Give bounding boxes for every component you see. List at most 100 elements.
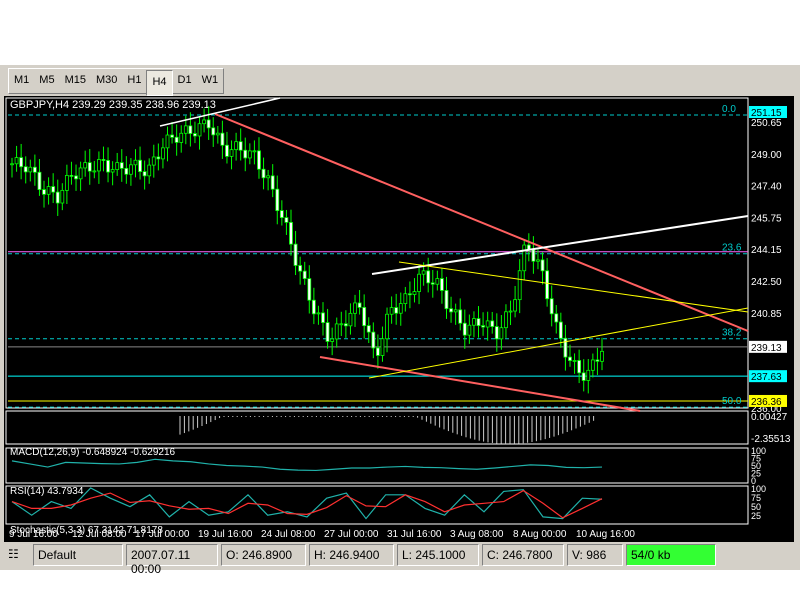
candle-body xyxy=(46,186,51,195)
candle-body xyxy=(87,162,92,172)
tf-h1[interactable]: H1 xyxy=(122,69,146,93)
candle-body xyxy=(522,244,527,272)
candle-body xyxy=(243,149,248,159)
candle-body xyxy=(485,320,490,328)
candle-body xyxy=(462,322,467,336)
candle-body xyxy=(215,132,220,136)
time-tick: 24 Jul 08:00 xyxy=(261,529,316,540)
candle-body xyxy=(517,270,522,301)
candle-body xyxy=(183,125,188,134)
candle-body xyxy=(32,166,37,173)
candle-body xyxy=(325,322,330,342)
fib-label: 38.2 xyxy=(722,328,742,339)
price-tick: 247.40 xyxy=(751,181,782,192)
stoch-signal-line xyxy=(11,489,603,519)
yellow-channel-lower xyxy=(368,307,749,379)
candle-body xyxy=(590,359,595,371)
pane-border-1 xyxy=(5,410,749,445)
profile-icon[interactable]: ☷ xyxy=(4,544,30,564)
candle-body xyxy=(426,270,431,284)
candle-body xyxy=(467,324,472,336)
candle-body xyxy=(577,360,582,374)
candle-body xyxy=(600,350,604,362)
candle-body xyxy=(202,119,206,125)
time-tick: 3 Aug 08:00 xyxy=(450,529,504,540)
candle-body xyxy=(110,169,115,173)
tf-d1[interactable]: D1 xyxy=(173,69,197,93)
tf-m5[interactable]: M5 xyxy=(34,69,59,93)
candle-body xyxy=(554,313,559,323)
status-datetime: 2007.07.11 00:00 xyxy=(126,544,218,576)
candle-body xyxy=(366,325,371,333)
candle-body xyxy=(417,273,421,292)
candle-body xyxy=(74,175,78,180)
candle-body xyxy=(572,360,577,362)
tf-m30[interactable]: M30 xyxy=(91,69,122,93)
candle-body xyxy=(307,278,312,301)
candle-body xyxy=(279,210,284,218)
candle-body xyxy=(558,321,563,339)
white-trendline xyxy=(371,215,749,275)
candle-body xyxy=(60,189,65,204)
candle-body xyxy=(568,356,572,361)
candle-body xyxy=(481,325,485,328)
candle-body xyxy=(435,278,440,285)
candle-body xyxy=(92,170,97,173)
price-label: 251.15 xyxy=(751,108,782,119)
price-label: 236.36 xyxy=(751,397,782,408)
candle-body xyxy=(138,159,142,172)
candle-body xyxy=(174,136,179,143)
candle-body xyxy=(449,308,453,313)
resistance-trendline xyxy=(214,113,749,332)
candle-body xyxy=(302,270,307,280)
candle-body xyxy=(348,312,353,327)
candle-body xyxy=(96,159,101,172)
candle-body xyxy=(513,299,518,312)
candle-body xyxy=(252,150,257,153)
status-low: L: 245.1000 xyxy=(397,544,479,566)
candle-body xyxy=(504,311,508,329)
candle-body xyxy=(266,175,271,179)
candle-body xyxy=(408,293,412,296)
fib-label: 23.6 xyxy=(722,243,742,254)
candle-body xyxy=(193,133,197,137)
candle-body xyxy=(142,171,147,177)
rsi-line xyxy=(11,458,603,472)
candle-body xyxy=(540,259,545,272)
candle-body xyxy=(23,166,28,173)
tf-w1[interactable]: W1 xyxy=(197,69,224,93)
tf-m15[interactable]: M15 xyxy=(60,69,91,93)
status-high: H: 246.9400 xyxy=(309,544,394,566)
candle-body xyxy=(78,167,83,180)
status-open: O: 246.8900 xyxy=(221,544,306,566)
status-close: C: 246.7800 xyxy=(482,544,564,566)
candle-body xyxy=(106,160,110,173)
price-tick: 240.85 xyxy=(751,309,782,320)
candle-body xyxy=(453,309,458,313)
candle-body xyxy=(375,347,380,356)
candle-body xyxy=(133,159,138,166)
macd-tick: 0.00427 xyxy=(751,412,788,423)
rsi-label: RSI(14) 43.7934 xyxy=(10,486,84,497)
candle-body xyxy=(197,123,202,137)
price-chart[interactable]: GBPJPY,H4 239.29 239.35 238.96 239.13 MA… xyxy=(4,96,794,542)
time-tick: 9 Jul 16:00 xyxy=(9,529,58,540)
candle-body xyxy=(14,157,19,165)
price-label: 239.13 xyxy=(751,343,782,354)
status-traffic: 54/0 kb xyxy=(626,544,716,566)
chart-canvas[interactable]: GBPJPY,H4 239.29 239.35 238.96 239.13 MA… xyxy=(4,96,794,542)
price-label: 237.63 xyxy=(751,372,782,383)
pane-border-0 xyxy=(5,97,749,409)
candle-body xyxy=(188,125,193,134)
candle-body xyxy=(371,331,376,349)
tf-m1[interactable]: M1 xyxy=(9,69,34,93)
candle-body xyxy=(321,312,325,323)
candle-body xyxy=(101,159,106,161)
profile-name[interactable]: Default xyxy=(33,544,123,566)
candle-body xyxy=(545,270,550,300)
candle-body xyxy=(147,164,152,177)
candle-body xyxy=(220,132,225,146)
tf-h4[interactable]: H4 xyxy=(146,70,173,96)
candle-body xyxy=(412,291,417,295)
candle-body xyxy=(37,171,42,190)
